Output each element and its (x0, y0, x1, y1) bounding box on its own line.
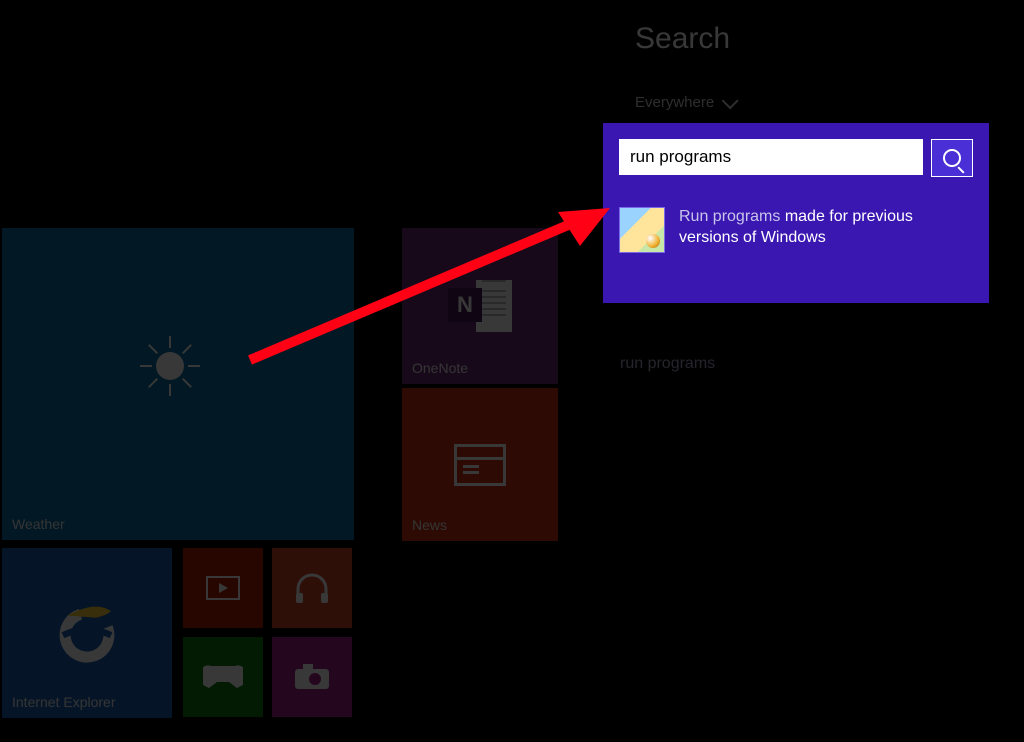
tile-onenote[interactable]: N OneNote (402, 228, 558, 384)
search-highlight-box: Run programs made for previous versions … (603, 123, 989, 303)
tile-label: Weather (12, 516, 65, 532)
start-screen: Weather N OneNote News Internet Explorer (0, 0, 560, 742)
search-button[interactable] (931, 139, 973, 177)
search-scope-label: Everywhere (635, 94, 714, 111)
tile-label: OneNote (412, 360, 468, 376)
search-result-item[interactable]: Run programs made for previous versions … (619, 207, 973, 253)
camera-icon (293, 663, 331, 691)
tile-label: Internet Explorer (12, 694, 116, 710)
search-suggestion[interactable]: run programs (620, 355, 715, 373)
tile-news[interactable]: News (402, 388, 558, 541)
search-title: Search (635, 22, 730, 56)
tile-camera[interactable] (272, 637, 352, 717)
video-icon (206, 576, 240, 600)
headphones-icon (294, 571, 330, 605)
search-icon (943, 149, 961, 167)
compatibility-icon (619, 207, 665, 253)
search-input[interactable] (619, 139, 923, 175)
tile-weather[interactable]: Weather (2, 228, 354, 540)
tile-music[interactable] (272, 548, 352, 628)
search-result-text: Run programs made for previous versions … (679, 207, 969, 249)
tile-internet-explorer[interactable]: Internet Explorer (2, 548, 172, 718)
gamepad-icon (203, 664, 243, 690)
news-icon (454, 444, 506, 486)
chevron-down-icon (722, 92, 739, 109)
tile-video[interactable] (183, 548, 263, 628)
sun-icon (142, 338, 198, 394)
tile-label: News (412, 517, 447, 533)
ie-icon (52, 598, 122, 668)
tile-games[interactable] (183, 637, 263, 717)
onenote-icon: N (448, 280, 512, 332)
search-scope-dropdown[interactable]: Everywhere (635, 94, 734, 111)
